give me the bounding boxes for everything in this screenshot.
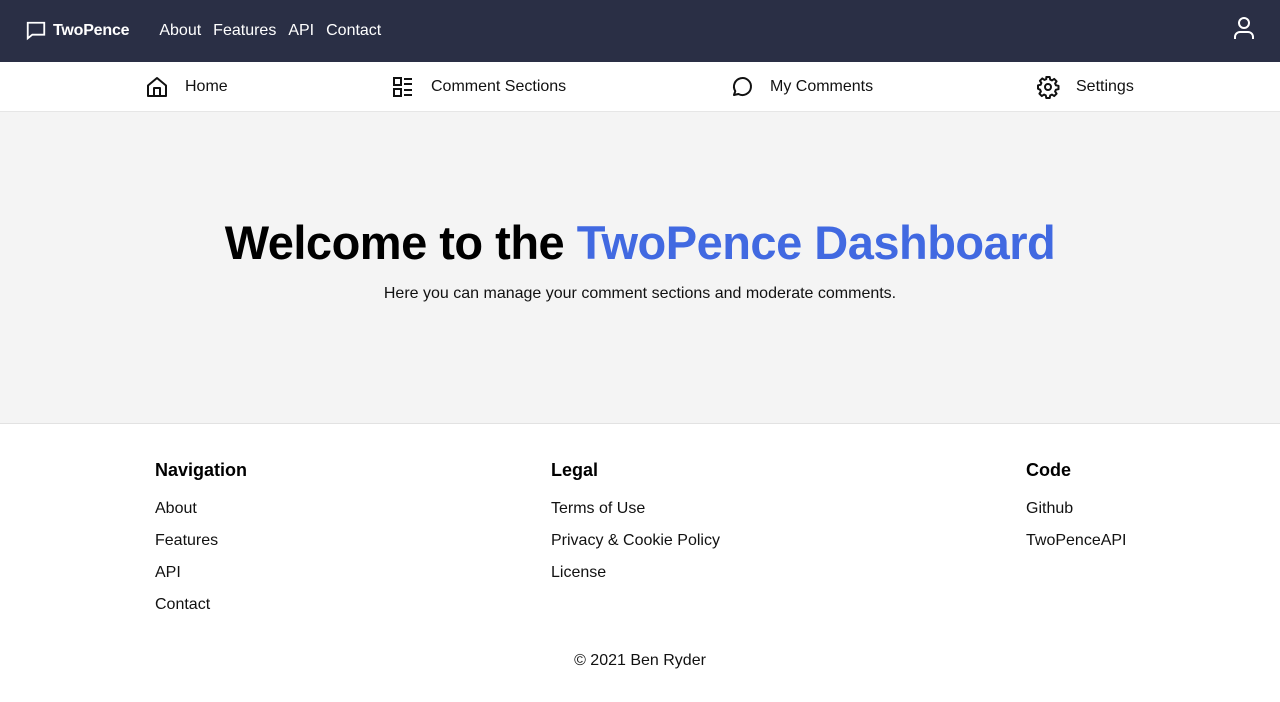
top-nav-api[interactable]: API bbox=[288, 22, 314, 40]
title-accent: TwoPence Dashboard bbox=[576, 216, 1056, 270]
hero-subtitle: Here you can manage your comment section… bbox=[383, 284, 897, 302]
footer-heading: Navigation bbox=[155, 460, 248, 480]
copyright: © 2021 Ben Ryder bbox=[574, 652, 706, 669]
footer-column-legal: Legal Terms of Use Privacy & Cookie Poli… bbox=[551, 460, 720, 589]
top-nav-about[interactable]: About bbox=[159, 22, 201, 40]
subnav-item-my-comments[interactable]: My Comments bbox=[730, 62, 873, 112]
footer-heading: Code bbox=[1026, 460, 1071, 480]
title-prefix: Welcome to the bbox=[224, 216, 577, 270]
footer-link-github[interactable]: Github bbox=[1026, 493, 1127, 525]
brand-name: TwoPence bbox=[53, 22, 130, 39]
subnav-item-home[interactable]: Home bbox=[145, 62, 228, 112]
top-navbar: TwoPence About Features API Contact bbox=[0, 0, 1280, 62]
footer-link-features[interactable]: Features bbox=[155, 525, 247, 557]
top-nav-features[interactable]: Features bbox=[213, 22, 276, 40]
footer-column-code: Code Github TwoPenceAPI bbox=[1026, 460, 1127, 557]
footer-link-license[interactable]: License bbox=[551, 557, 720, 589]
gear-icon bbox=[1037, 76, 1060, 99]
footer: Navigation About Features API Contact Le… bbox=[0, 424, 1280, 702]
subnav-item-settings[interactable]: Settings bbox=[1036, 62, 1134, 112]
subnav-label: Home bbox=[185, 78, 228, 95]
chat-bubble-icon bbox=[26, 21, 46, 41]
home-icon bbox=[147, 77, 167, 97]
user-icon bbox=[1234, 17, 1254, 39]
subnav-label: Settings bbox=[1076, 78, 1134, 95]
footer-link-about[interactable]: About bbox=[155, 493, 247, 525]
dashboard-subnav: Home Comment Sections My Comments Settin… bbox=[0, 62, 1280, 112]
footer-column-navigation: Navigation About Features API Contact bbox=[155, 460, 247, 621]
top-nav-contact[interactable]: Contact bbox=[326, 22, 381, 40]
footer-link-api[interactable]: API bbox=[155, 557, 247, 589]
footer-link-privacy[interactable]: Privacy & Cookie Policy bbox=[551, 525, 720, 557]
footer-link-terms[interactable]: Terms of Use bbox=[551, 493, 720, 525]
hero-section: Welcome to the TwoPence Dashboard Here y… bbox=[0, 112, 1280, 424]
dashboard-list-icon bbox=[393, 77, 412, 97]
page-title: Welcome to the TwoPence Dashboard bbox=[225, 217, 1056, 269]
brand-logo-link[interactable]: TwoPence bbox=[25, 20, 130, 42]
footer-heading: Legal bbox=[551, 460, 599, 480]
user-account-button[interactable] bbox=[1232, 15, 1256, 41]
subnav-item-comment-sections[interactable]: Comment Sections bbox=[391, 62, 566, 112]
footer-link-twopence-api[interactable]: TwoPenceAPI bbox=[1026, 525, 1127, 557]
footer-link-contact[interactable]: Contact bbox=[155, 589, 247, 621]
subnav-label: My Comments bbox=[770, 78, 874, 95]
subnav-label: Comment Sections bbox=[431, 78, 567, 95]
comment-icon bbox=[732, 77, 752, 97]
top-nav-links: About Features API Contact bbox=[159, 22, 381, 40]
